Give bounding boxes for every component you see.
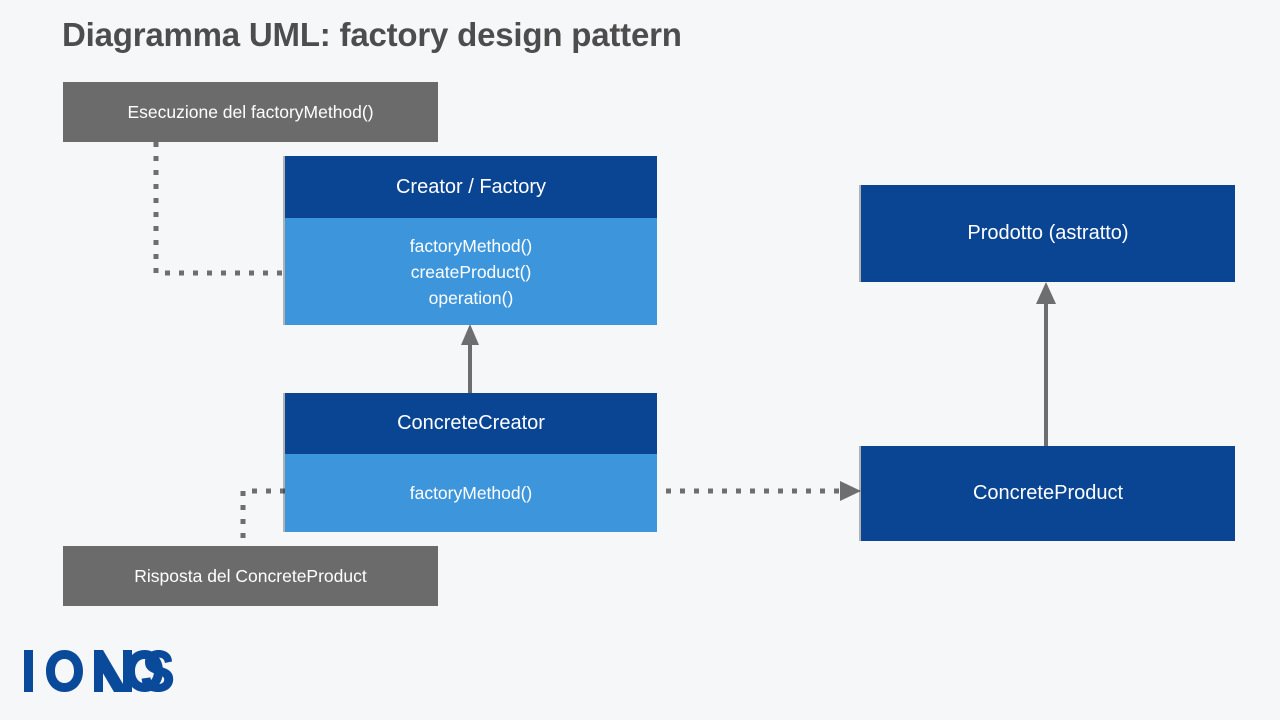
- connector-concrete-creator-to-creator: [461, 324, 479, 393]
- connector-note-top-to-creator: [153, 142, 285, 276]
- ionos-logo-mark: [24, 650, 174, 692]
- note-response-label: Risposta del ConcreteProduct: [134, 565, 367, 586]
- ionos-logo: [22, 648, 177, 699]
- class-name-product: Prodotto (astratto): [967, 222, 1129, 244]
- class-name-creator: Creator / Factory: [285, 156, 657, 218]
- method-item: operation(): [428, 287, 514, 308]
- connector-concrete-creator-to-concrete-product: [666, 481, 861, 501]
- class-methods-concrete-creator: factoryMethod(): [285, 454, 657, 532]
- page-title: Diagramma UML: factory design pattern: [62, 16, 682, 53]
- note-response: Risposta del ConcreteProduct: [63, 546, 438, 606]
- method-item: createProduct(): [410, 261, 532, 282]
- class-box-concrete-product: ConcreteProduct: [861, 446, 1235, 541]
- note-execution-label: Esecuzione del factoryMethod(): [127, 101, 374, 122]
- connector-concrete-product-to-product: [1036, 282, 1056, 446]
- class-name-concrete-creator: ConcreteCreator: [285, 393, 657, 454]
- note-execution: Esecuzione del factoryMethod(): [63, 82, 438, 142]
- class-methods-creator: factoryMethod() createProduct() operatio…: [285, 218, 657, 325]
- class-box-concrete-creator: ConcreteCreator factoryMethod(): [285, 393, 657, 532]
- class-box-product: Prodotto (astratto): [861, 185, 1235, 282]
- class-box-creator: Creator / Factory factoryMethod() create…: [285, 156, 657, 325]
- connector-concrete-creator-to-note-bottom: [240, 488, 285, 546]
- class-name-concrete-product: ConcreteProduct: [972, 482, 1124, 504]
- diagram-canvas: Diagramma UML: factory design pattern Es…: [0, 0, 1280, 720]
- method-item: factoryMethod(): [409, 483, 533, 503]
- method-item: factoryMethod(): [409, 235, 533, 256]
